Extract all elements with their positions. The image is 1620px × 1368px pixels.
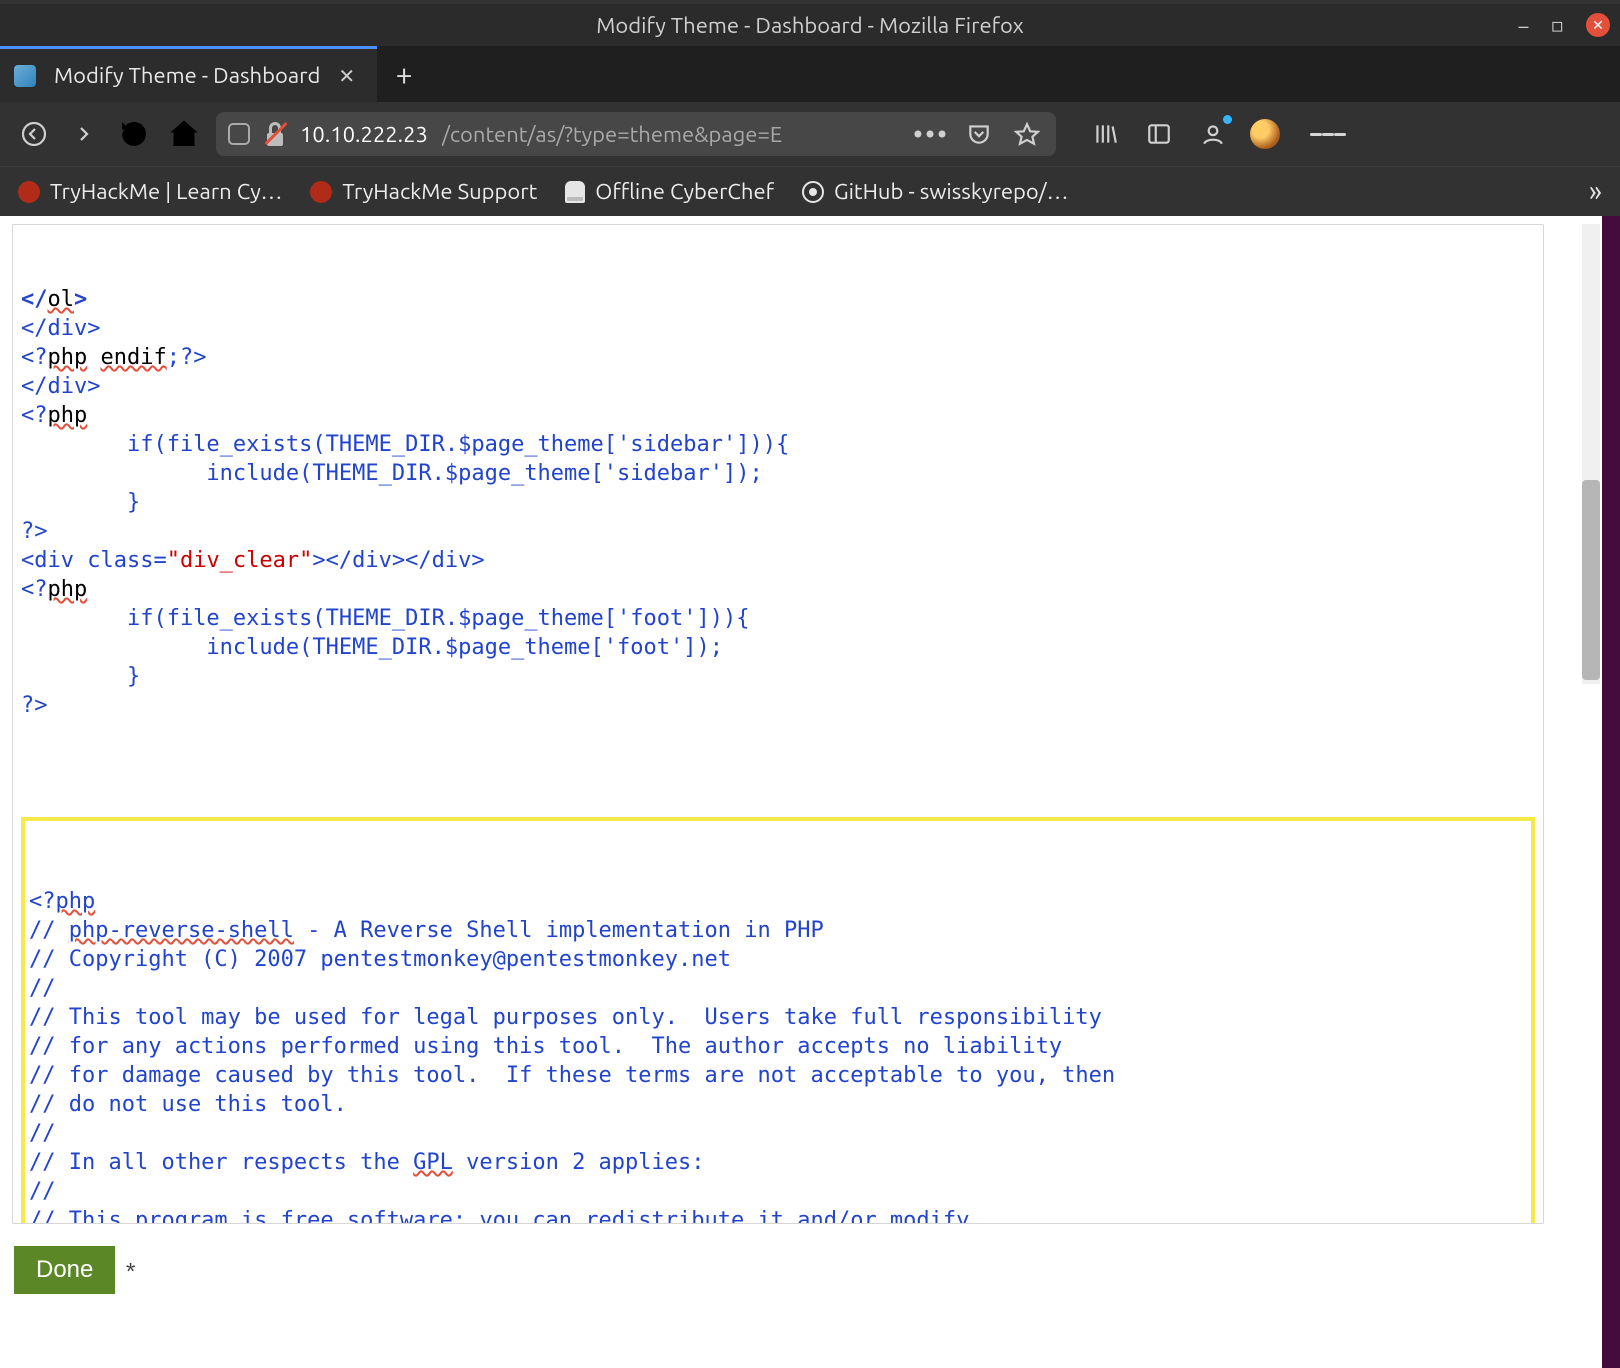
url-bar[interactable]: 10.10.222.23/content/as/?type=theme&page… (216, 112, 1056, 156)
bookmarks-overflow-icon[interactable]: » (1589, 176, 1602, 207)
page-content: </ol></div><?php endif;?></div><?php if(… (0, 216, 1620, 1368)
bookmark-label: TryHackMe | Learn Cy… (50, 179, 282, 204)
new-tab-button[interactable]: + (377, 46, 431, 102)
library-icon[interactable] (1088, 117, 1122, 151)
forward-button[interactable] (66, 116, 102, 152)
url-path: /content/as/?type=theme&page=E (442, 122, 782, 147)
bookmark-label: Offline CyberChef (595, 179, 774, 204)
bookmark-cyberchef[interactable]: Offline CyberChef (565, 179, 774, 204)
bookmark-github-swisskyrepo[interactable]: GitHub - swisskyrepo/… (802, 179, 1069, 204)
bookmark-icon (18, 181, 40, 203)
sidebar-icon[interactable] (1142, 117, 1176, 151)
bookmarks-toolbar: TryHackMe | Learn Cy… TryHackMe Support … (0, 166, 1620, 216)
tab-strip: Modify Theme - Dashboard ✕ + (0, 46, 1620, 102)
insecure-lock-icon[interactable] (264, 122, 286, 146)
account-icon[interactable] (1196, 117, 1230, 151)
code-upper-block: </ol></div><?php endif;?></div><?php if(… (21, 285, 1535, 720)
tracking-shield-icon[interactable] (228, 123, 250, 145)
browser-tab-active[interactable]: Modify Theme - Dashboard ✕ (0, 46, 377, 102)
nav-toolbar: 10.10.222.23/content/as/?type=theme&page… (0, 102, 1620, 166)
bookmark-icon (565, 181, 585, 203)
window-maximize-icon[interactable]: ▫ (1550, 13, 1564, 37)
window-titlebar: Modify Theme - Dashboard - Mozilla Firef… (0, 0, 1620, 46)
url-more-icon[interactable]: ••• (914, 117, 948, 151)
back-button[interactable] (16, 116, 52, 152)
reload-button[interactable] (116, 116, 152, 152)
app-menu-button[interactable] (1310, 116, 1346, 152)
reader-pocket-icon[interactable] (962, 117, 996, 151)
scrollbar-thumb[interactable] (1582, 480, 1600, 680)
bookmark-tryhackme-support[interactable]: TryHackMe Support (310, 179, 537, 204)
tab-favicon (14, 65, 36, 87)
tab-title: Modify Theme - Dashboard (54, 63, 320, 88)
bookmark-tryhackme-learn[interactable]: TryHackMe | Learn Cy… (18, 179, 282, 204)
bookmark-label: TryHackMe Support (342, 179, 537, 204)
window-title: Modify Theme - Dashboard - Mozilla Firef… (596, 13, 1023, 38)
window-minimize-icon[interactable]: – (1519, 14, 1529, 37)
code-shell-block: <?php// php-reverse-shell - A Reverse Sh… (29, 887, 1525, 1224)
done-button[interactable]: Done (14, 1246, 115, 1294)
bookmark-star-icon[interactable] (1010, 117, 1044, 151)
bookmark-label: GitHub - swisskyrepo/… (834, 179, 1069, 204)
window-close-icon[interactable]: ✕ (1586, 13, 1610, 37)
bookmark-icon (802, 181, 824, 203)
bookmark-icon (310, 181, 332, 203)
home-button[interactable] (166, 116, 202, 152)
desktop-right-strip (1602, 216, 1620, 1368)
required-marker: * (125, 1258, 135, 1283)
url-host: 10.10.222.23 (300, 122, 428, 147)
extension-icon[interactable] (1250, 119, 1280, 149)
theme-code-editor[interactable]: </ol></div><?php endif;?></div><?php if(… (12, 224, 1544, 1224)
injected-shell-highlight: <?php// php-reverse-shell - A Reverse Sh… (21, 817, 1535, 1224)
tab-close-icon[interactable]: ✕ (338, 64, 355, 88)
